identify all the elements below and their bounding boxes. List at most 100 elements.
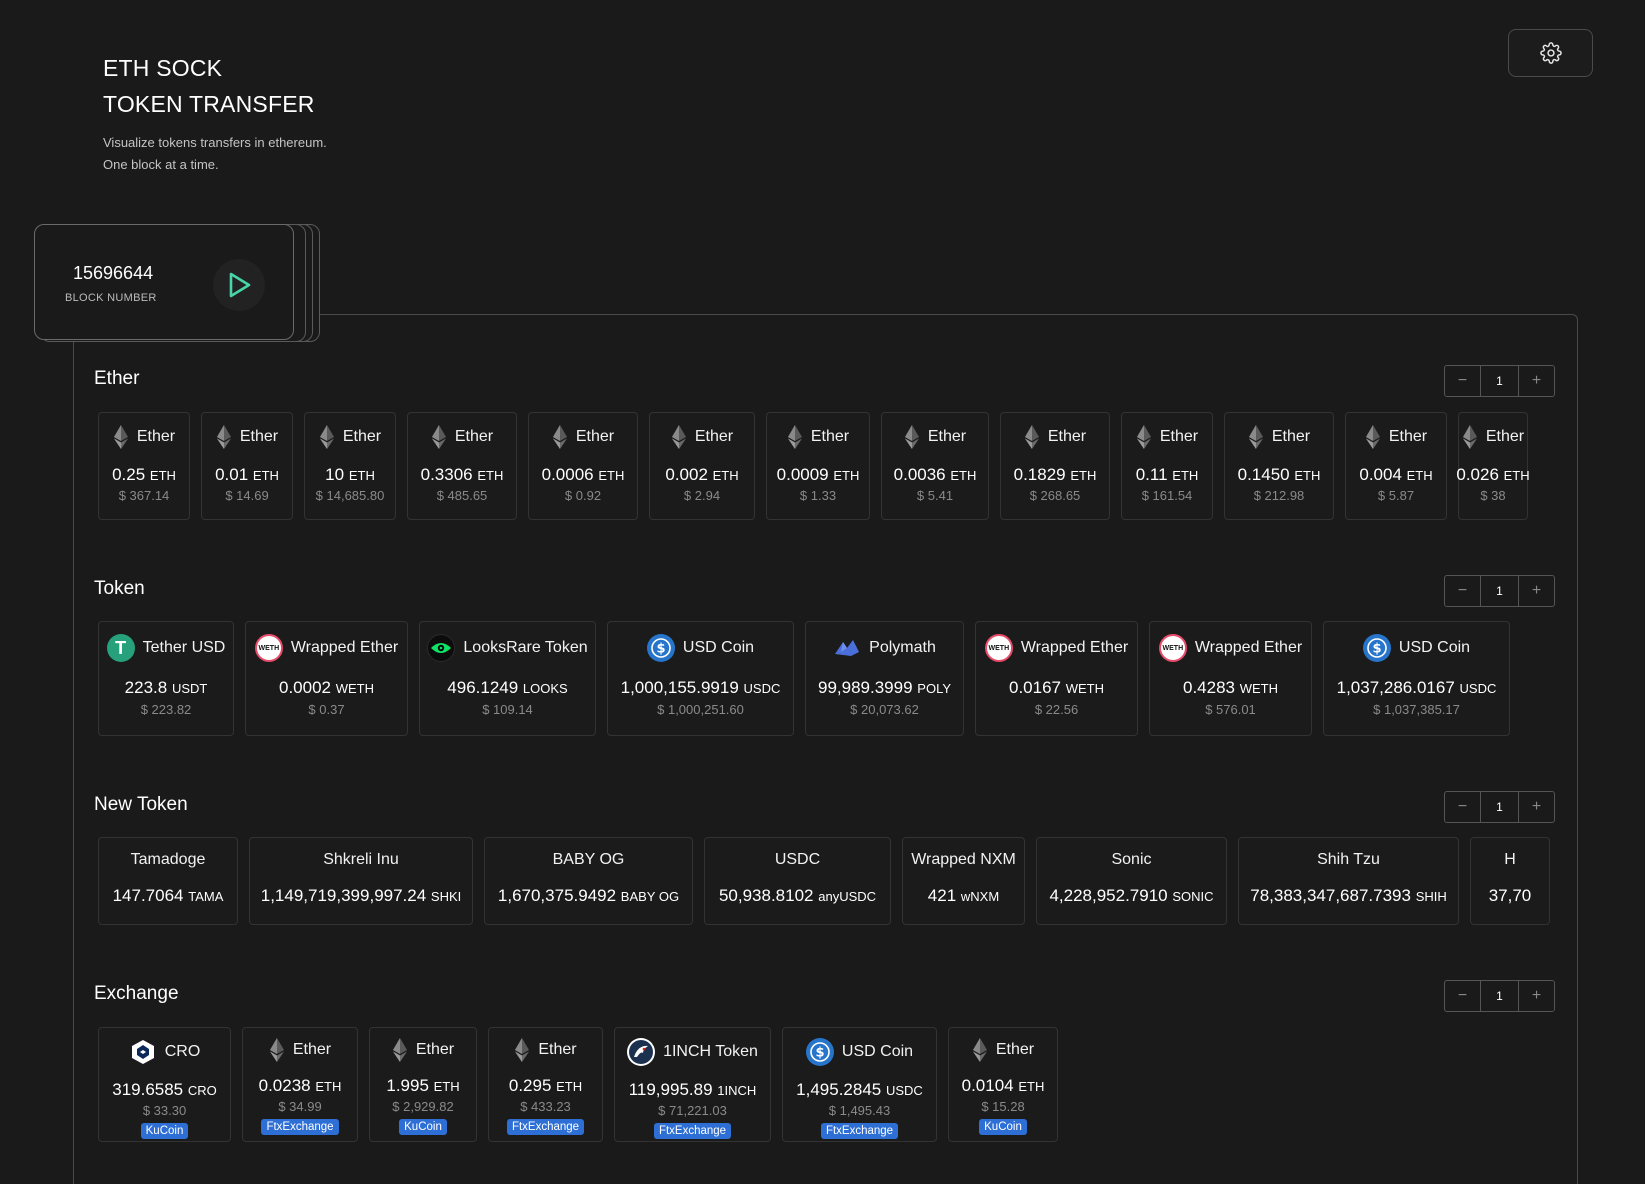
- amount-value: 0.25: [112, 465, 146, 484]
- amount-value: 0.01: [215, 465, 249, 484]
- usd-value: $ 0.92: [564, 488, 602, 503]
- token-symbol: WETH: [1065, 681, 1104, 696]
- token-transfer-card[interactable]: $ USD Coin 1,037,286.0167 USDC $ 1,037,385.…: [1323, 621, 1510, 736]
- ether-icon: [1248, 425, 1263, 449]
- token-symbol: WETH: [335, 681, 374, 696]
- token-name: Ether: [575, 428, 615, 445]
- increment-button[interactable]: +: [1519, 981, 1554, 1011]
- amount-value: 0.0002: [278, 678, 331, 697]
- stepper-value[interactable]: 1: [1480, 366, 1519, 396]
- token-transfer-card[interactable]: Ether 0.3306 ETH $ 485.65: [407, 412, 517, 520]
- token-amount: 1,670,375.9492 BABY OG: [498, 886, 679, 906]
- token-transfer-card[interactable]: Ether 10 ETH $ 14,685.80: [304, 412, 396, 520]
- token-transfer-card[interactable]: CRO 319.6585 CRO $ 33.30 KuCoin: [98, 1027, 231, 1142]
- stepper-value[interactable]: 1: [1480, 576, 1519, 606]
- token-transfer-card[interactable]: WETH Wrapped Ether 0.0167 WETH $ 22.56: [975, 621, 1138, 736]
- title-line-2: TOKEN TRANSFER: [103, 91, 315, 117]
- token-transfer-card[interactable]: Shkreli Inu 1,149,719,399,997.24 SHKI: [249, 837, 473, 925]
- exchange-stepper: − 1 +: [1444, 980, 1555, 1012]
- token-transfer-card[interactable]: Ether 0.0006 ETH $ 0.92: [528, 412, 638, 520]
- usd-value: $ 485.65: [436, 488, 488, 503]
- decrement-button[interactable]: −: [1445, 981, 1480, 1011]
- amount-value: 0.11: [1135, 465, 1168, 484]
- stepper-value[interactable]: 1: [1480, 792, 1519, 822]
- title-line-1: ETH SOCK: [103, 55, 223, 81]
- decrement-button[interactable]: −: [1445, 576, 1480, 606]
- token-transfer-card[interactable]: Ether 0.0104 ETH $ 15.28 KuCoin: [948, 1027, 1058, 1142]
- amount-value: 0.002: [665, 465, 708, 484]
- token-transfer-card[interactable]: Ether 0.0009 ETH $ 1.33: [766, 412, 870, 520]
- token-transfer-card[interactable]: Ether 0.1829 ETH $ 268.65: [1000, 412, 1110, 520]
- ether-icon: [319, 425, 334, 449]
- token-transfer-card[interactable]: Tamadoge 147.7064 TAMA: [98, 837, 238, 925]
- ether-icon: [431, 425, 446, 449]
- usd-value: $ 1,495.43: [828, 1103, 891, 1118]
- usd-value: $ 5.87: [1377, 488, 1415, 503]
- token-transfer-card[interactable]: Sonic 4,228,952.7910 SONIC: [1036, 837, 1227, 925]
- stepper-value[interactable]: 1: [1480, 981, 1519, 1011]
- usd-value: $ 14.69: [225, 488, 269, 503]
- token-transfer-card[interactable]: $ USD Coin 1,495.2845 USDC $ 1,495.43 FtxExc…: [782, 1027, 937, 1142]
- usd-value: $ 33.30: [142, 1103, 187, 1118]
- token-name: USD Coin: [841, 1043, 914, 1060]
- token-transfer-card[interactable]: Ether 1.995 ETH $ 2,929.82 KuCoin: [369, 1027, 477, 1142]
- token-name: Tether USD: [142, 639, 226, 656]
- token-transfer-card[interactable]: 1INCH Token 119,995.89 1INCH $ 71,221.03 Ft…: [614, 1027, 771, 1142]
- card-header: 1INCH Token: [627, 1038, 758, 1066]
- section-token: Token − 1 + T Tether USD 223.8 USDT $ 223.8…: [93, 575, 1555, 758]
- token-name: Polymath: [869, 639, 936, 656]
- token-transfer-card[interactable]: Ether 0.0036 ETH $ 5.41: [881, 412, 989, 520]
- token-transfer-card[interactable]: WETH Wrapped Ether 0.0002 WETH $ 0.37: [245, 621, 408, 736]
- token-transfer-card[interactable]: Polymath 99,989.3999 POLY $ 20,073.62: [805, 621, 964, 736]
- card-header: BABY OG: [553, 851, 625, 869]
- card-header: Shkreli Inu: [323, 851, 399, 869]
- token-transfer-card[interactable]: Ether 0.0238 ETH $ 34.99 FtxExchange: [242, 1027, 358, 1142]
- card-header: LooksRare Token: [427, 634, 588, 662]
- token-name: 1INCH Token: [663, 1043, 758, 1060]
- token-transfer-card[interactable]: Ether 0.004 ETH $ 5.87: [1345, 412, 1447, 520]
- increment-button[interactable]: +: [1519, 576, 1554, 606]
- token-transfer-card[interactable]: LooksRare Token 496.1249 LOOKS $ 109.14: [419, 621, 596, 736]
- token-transfer-card[interactable]: H 37,70: [1470, 837, 1550, 925]
- token-transfer-card[interactable]: BABY OG 1,670,375.9492 BABY OG: [484, 837, 693, 925]
- token-transfer-card[interactable]: Ether 0.11 ETH $ 161.54: [1121, 412, 1213, 520]
- weth-icon: WETH: [1158, 634, 1187, 662]
- token-transfer-card[interactable]: Shih Tzu 78,383,347,687.7393 SHIH: [1238, 837, 1459, 925]
- token-transfer-card[interactable]: Ether 0.002 ETH $ 2.94: [649, 412, 755, 520]
- ether-icon: [392, 1038, 407, 1062]
- token-transfer-card[interactable]: Ether 0.295 ETH $ 433.23 FtxExchange: [488, 1027, 603, 1142]
- token-amount: 496.1249 LOOKS: [447, 678, 567, 698]
- token-amount: 223.8 USDT: [125, 678, 208, 698]
- usd-value: $ 15.28: [981, 1099, 1025, 1114]
- usd-value: $ 2.94: [683, 488, 721, 503]
- cro-icon: [129, 1038, 157, 1066]
- decrement-button[interactable]: −: [1445, 792, 1480, 822]
- card-header: Shih Tzu: [1317, 851, 1380, 869]
- amount-value: 1,495.2845: [796, 1080, 882, 1099]
- token-transfer-card[interactable]: USDC 50,938.8102 anyUSDC: [704, 837, 891, 925]
- amount-value: 1,149,719,399,997.24: [260, 886, 427, 905]
- token-name: USD Coin: [682, 639, 755, 656]
- play-button[interactable]: [213, 259, 265, 311]
- card-header: $ USD Coin: [805, 1038, 914, 1066]
- decrement-button[interactable]: −: [1445, 366, 1480, 396]
- token-symbol: ETH: [1172, 468, 1199, 483]
- token-transfer-card[interactable]: Ether 0.026 ETH $ 38: [1456, 412, 1530, 520]
- token-symbol: SHIH: [1415, 889, 1447, 904]
- token-transfer-card[interactable]: WETH Wrapped Ether 0.4283 WETH $ 576.01: [1149, 621, 1312, 736]
- token-transfer-card[interactable]: T Tether USD 223.8 USDT $ 223.82: [98, 621, 234, 736]
- usd-value: $ 212.98: [1253, 488, 1305, 503]
- increment-button[interactable]: +: [1519, 366, 1554, 396]
- token-transfer-card[interactable]: Ether 0.25 ETH $ 367.14: [98, 412, 190, 520]
- settings-button[interactable]: [1508, 29, 1593, 77]
- exchange-badge: FtxExchange: [653, 1123, 732, 1139]
- increment-button[interactable]: +: [1519, 792, 1554, 822]
- token-amount: 78,383,347,687.7393 SHIH: [1250, 886, 1447, 906]
- token-transfer-card[interactable]: $ USD Coin 1,000,155.9919 USDC $ 1,000,251.…: [607, 621, 794, 736]
- weth-icon: WETH: [984, 634, 1013, 662]
- token-transfer-card[interactable]: Ether 0.1450 ETH $ 212.98: [1224, 412, 1334, 520]
- token-transfer-card[interactable]: Wrapped NXM 421 wNXM: [902, 837, 1025, 925]
- token-transfer-card[interactable]: Ether 0.01 ETH $ 14.69: [201, 412, 293, 520]
- token-symbol: 1INCH: [717, 1083, 757, 1098]
- ether-stepper: − 1 +: [1444, 365, 1555, 397]
